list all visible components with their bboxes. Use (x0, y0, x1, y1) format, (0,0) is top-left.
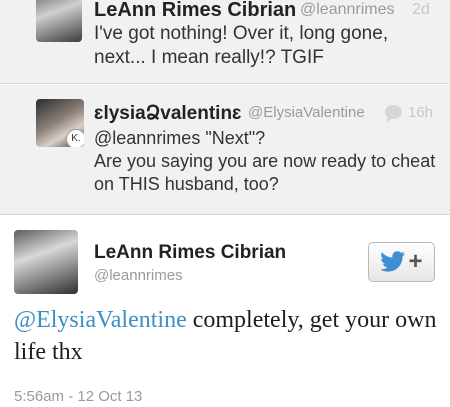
author-name[interactable]: LeAnn Rimes Cibrian (94, 242, 286, 264)
mention-link[interactable]: @ElysiaValentine (14, 307, 187, 333)
author-name[interactable]: ɛlysiaՁvalentinɛ (94, 102, 242, 125)
tweet-text-line: Are you saying you are now ready to chea… (94, 151, 436, 194)
tweet-previous[interactable]: LeAnn Rimes Cibrian @leannrimes 2d I've … (0, 0, 450, 84)
speech-bubble-icon (385, 105, 402, 123)
tweet-text-line: @leannrimes "Next"? (94, 128, 266, 148)
avatar[interactable] (14, 230, 78, 294)
author-name[interactable]: LeAnn Rimes Cibrian (94, 0, 296, 22)
follow-button[interactable]: + (368, 242, 435, 282)
author-handle[interactable]: @leannrimes (300, 1, 395, 19)
tweet-reply[interactable]: K. ɛlysiaՁvalentinɛ @ElysiaValentine 16h… (0, 85, 450, 215)
tweet-time: 16h (408, 104, 434, 121)
tweet-text: @leannrimes "Next"? Are you saying you a… (94, 127, 444, 196)
tweet-time: 2d (412, 1, 430, 18)
tweet-text: @ElysiaValentine completely, get your ow… (14, 304, 438, 368)
author-handle[interactable]: @ElysiaValentine (248, 104, 365, 121)
plus-icon: + (408, 248, 423, 275)
tweet-timestamp[interactable]: 5:56am - 12 Oct 13 (14, 388, 142, 405)
avatar-badge: K. (66, 129, 84, 147)
tweet-text: I've got nothing! Over it, long gone, ne… (94, 23, 389, 68)
avatar[interactable] (36, 0, 82, 42)
author-handle[interactable]: @leannrimes (94, 267, 183, 284)
avatar[interactable]: K. (36, 99, 84, 147)
tweet-detail: LeAnn Rimes Cibrian @leannrimes + @Elysi… (0, 216, 450, 407)
twitter-bird-icon (380, 251, 406, 272)
